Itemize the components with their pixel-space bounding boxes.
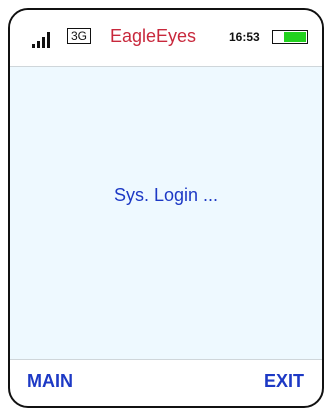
app-title: EagleEyes [110, 26, 197, 46]
main-screen: Sys. Login ... [10, 66, 322, 360]
battery-level-fill [283, 32, 306, 42]
phone-frame: 3G EagleEyes 16:53 Sys. Login ... MAIN E… [8, 8, 324, 408]
softkeys-bar: MAIN EXIT [10, 360, 322, 406]
system-message: Sys. Login ... [113, 185, 219, 205]
signal-strength-icon [32, 32, 54, 48]
battery-icon [272, 30, 308, 44]
exit-softkey[interactable]: EXIT [264, 370, 304, 392]
status-bar: 3G EagleEyes 16:53 [10, 10, 322, 66]
clock-time: 16:53 [229, 30, 260, 44]
network-indicator: 3G [67, 28, 91, 44]
main-softkey[interactable]: MAIN [27, 370, 73, 392]
